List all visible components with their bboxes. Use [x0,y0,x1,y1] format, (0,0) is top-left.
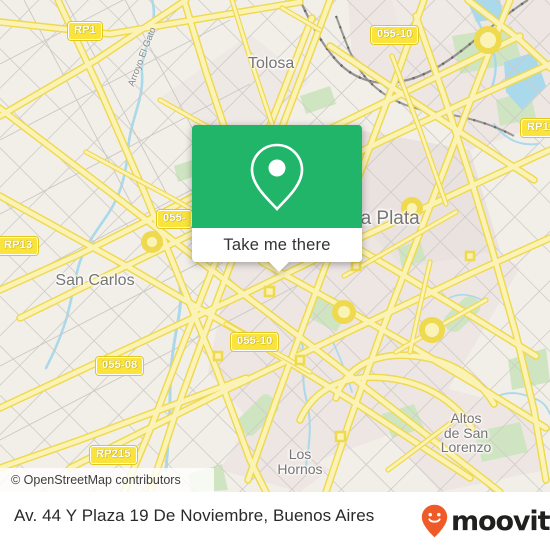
map-attribution: © OpenStreetMap contributors [0,468,214,492]
road-shield-055-10-center[interactable]: 055-10 [229,332,280,352]
moovit-wordmark: moovit [451,505,550,537]
road-shield-055[interactable]: 055- [156,209,193,229]
map-screenshot: Tolosa La Plata San Carlos Los Hornos Al… [0,0,550,550]
take-me-there-button[interactable]: Take me there [192,228,362,262]
location-popup-card[interactable]: Take me there [192,125,362,272]
road-shield-rp215[interactable]: RP215 [89,445,138,465]
road-shield-055-08[interactable]: 055-08 [94,356,145,376]
moovit-logo[interactable]: moovit [421,504,550,538]
page-title: Av. 44 Y Plaza 19 De Noviembre, Buenos A… [14,506,375,525]
take-me-there-label: Take me there [223,235,331,254]
map-canvas[interactable]: Tolosa La Plata San Carlos Los Hornos Al… [0,0,550,492]
location-pin-icon [250,143,304,211]
road-shield-rp13[interactable]: RP13 [0,236,40,256]
road-shield-rp1[interactable]: RP1 [67,21,103,41]
road-shield-rp11[interactable]: RP11 [520,118,550,138]
attribution-text: © OpenStreetMap contributors [11,473,181,487]
road-shield-055-10-north[interactable]: 055-10 [369,25,420,45]
popup-pointer [268,261,290,272]
popup-image-area [192,125,362,228]
moovit-pin-icon [421,504,448,538]
